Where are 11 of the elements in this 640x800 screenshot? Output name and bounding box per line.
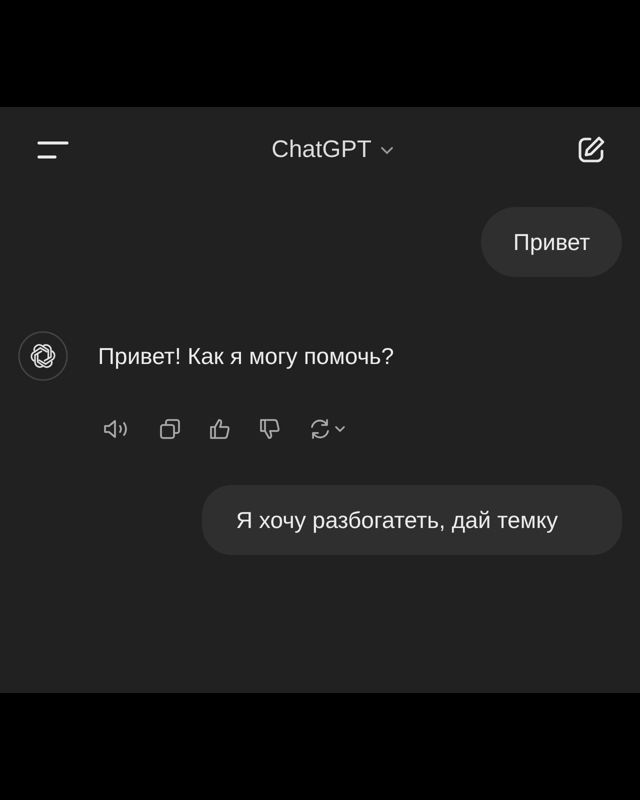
user-message: Привет (481, 207, 622, 277)
thumbs-down-icon[interactable] (258, 417, 282, 441)
chevron-icon[interactable] (380, 145, 394, 155)
user-message: Я хочу разбогатеть, дай темку (202, 485, 622, 555)
assistant-message: Привет! Как я могу помочь? (98, 342, 394, 370)
thumbs-up-icon[interactable] (208, 417, 232, 441)
edit-icon[interactable] (576, 135, 606, 165)
copy-icon[interactable] (158, 417, 182, 441)
logo-icon (18, 331, 68, 381)
app-title[interactable]: ChatGPT (271, 136, 372, 164)
menu-icon[interactable] (37, 140, 69, 160)
